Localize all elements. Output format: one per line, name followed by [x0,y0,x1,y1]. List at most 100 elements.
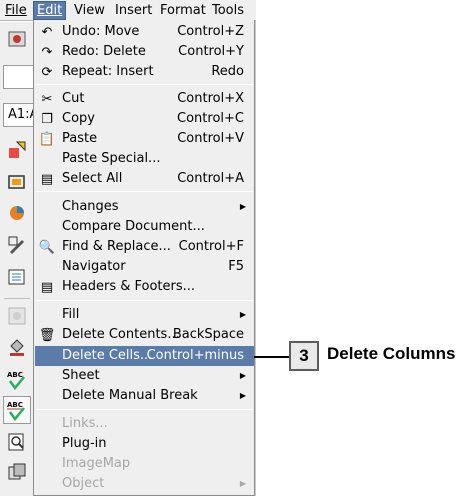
menu-item-fill[interactable]: Fill ▶ [35,305,254,325]
menu-edit[interactable]: Edit [33,1,67,20]
select-all-icon: ▤ [40,171,54,187]
navigator-accel: F5 [228,259,244,274]
open-document-icon[interactable] [6,28,28,50]
imagemap-label: ImageMap [62,456,131,471]
select-all-accel: Control+A [177,171,244,186]
delete-cells-accel: Control+minus [146,348,244,363]
menu-view[interactable]: View [71,1,108,20]
menu-item-changes[interactable]: Changes ▶ [35,197,254,217]
paste-accel: Control+V [177,131,244,146]
menu-item-sheet[interactable]: Sheet ▶ [35,366,254,386]
autospellcheck-icon[interactable]: ABC [3,396,31,424]
menu-item-navigator[interactable]: Navigator F5 [35,257,254,277]
menu-item-repeat[interactable]: ⟳ Repeat: Insert Redo [35,62,254,82]
menu-format[interactable]: Format [157,1,209,20]
draw-functions-icon[interactable] [6,234,28,256]
links-label: Links... [62,416,108,431]
menu-item-paste-special[interactable]: Paste Special... [35,149,254,169]
menu-insert[interactable]: Insert [112,1,155,20]
redo-label: Redo: Delete [62,44,146,59]
form-controls-icon[interactable] [6,266,28,288]
menu-tools[interactable]: Tools [209,1,247,20]
menu-item-compare-document[interactable]: Compare Document... [35,217,254,237]
callout-line [254,356,290,358]
gallery-icon[interactable] [6,461,28,483]
name-box[interactable]: A1:A [3,103,34,127]
delete-manual-break-label: Delete Manual Break [62,388,198,403]
menu-item-copy[interactable]: ❐ Copy Control+C [35,109,254,129]
callout-number: 3 [289,341,319,371]
object-label: Object [62,476,105,491]
menu-item-delete-manual-break[interactable]: Delete Manual Break ▶ [35,386,254,406]
changes-label: Changes [62,199,119,214]
menu-item-cut[interactable]: ✂ Cut Control+X [35,89,254,109]
menu-item-select-all[interactable]: ▤ Select All Control+A [35,169,254,189]
paste-special-label: Paste Special... [62,151,161,166]
scissors-icon: ✂ [41,91,53,107]
paste-label: Paste [62,131,98,146]
select-all-label: Select All [62,171,123,186]
toolbar-separator [4,298,30,299]
spellcheck-icon[interactable]: ABC [6,369,28,391]
delete-contents-accel: BackSpace [172,327,244,342]
repeat-label: Repeat: Insert [62,64,154,79]
draw-shapes-icon[interactable] [6,139,28,161]
menu-item-headers-footers[interactable]: ▤ Headers & Footers... [35,277,254,297]
menu-separator [36,300,253,301]
menu-bar: File Edit View Insert Format Tools [0,0,256,21]
menu-separator [36,409,253,410]
navigator-label: Navigator [62,259,126,274]
menu-file[interactable]: File [2,1,30,20]
delete-cells-label: Delete Cells... [62,348,153,363]
edit-menu: ↶ Undo: Move Control+Z ↷ Redo: Delete Co… [33,20,255,496]
trash-icon: 🗑 [38,327,56,343]
headers-footers-icon: ▤ [40,279,54,295]
menu-separator [36,84,253,85]
sheet-label: Sheet [62,368,100,383]
redo-accel: Control+Y [178,44,244,59]
menu-item-paste[interactable]: 📋 Paste Control+V [35,129,254,149]
menu-item-object[interactable]: Object ▶ [35,474,254,494]
menu-file-label: File [5,3,27,18]
copy-label: Copy [62,111,95,126]
menu-item-imagemap[interactable]: ImageMap [35,454,254,474]
plugin-label: Plug-in [62,436,107,451]
find-replace-icon: 🔍 [38,239,56,255]
redo-icon: ↷ [41,44,53,60]
fill-bucket-icon[interactable] [6,337,28,359]
menu-item-redo[interactable]: ↷ Redo: Delete Control+Y [35,42,254,62]
menu-tools-label: Tools [212,3,245,18]
menu-edit-label: Edit [37,3,63,18]
find-icon[interactable] [6,431,28,453]
menu-item-undo[interactable]: ↶ Undo: Move Control+Z [35,22,254,42]
repeat-accel: Redo [211,64,244,79]
menu-item-plugin[interactable]: Plug-in [35,434,254,454]
find-replace-label: Find & Replace... [62,239,171,254]
menu-item-delete-contents[interactable]: 🗑 Delete Contents... BackSpace [35,325,254,345]
copy-accel: Control+C [177,111,244,126]
navigator-disabled-icon[interactable] [6,305,28,327]
paste-icon: 📋 [38,131,56,147]
menu-view-label: View [74,3,105,18]
submenu-arrow-icon: ▶ [239,202,246,211]
menu-item-delete-cells[interactable]: Delete Cells... Control+minus [35,346,254,366]
svg-text:ABC: ABC [7,371,23,379]
undo-label: Undo: Move [62,24,140,39]
cut-label: Cut [62,91,85,106]
chart-pie-icon[interactable] [6,202,28,224]
frame-icon[interactable] [6,171,28,193]
svg-text:ABC: ABC [7,401,23,409]
menu-insert-label: Insert [115,3,153,18]
find-replace-accel: Control+F [178,239,244,254]
delete-contents-label: Delete Contents... [62,327,180,342]
headers-footers-label: Headers & Footers... [62,279,196,294]
compare-document-label: Compare Document... [62,219,205,234]
fill-label: Fill [62,307,80,322]
undo-icon: ↶ [41,24,53,40]
cut-accel: Control+X [177,91,244,106]
repeat-icon: ⟳ [41,64,53,80]
menu-item-links[interactable]: Links... [35,414,254,434]
menu-item-find-replace[interactable]: 🔍 Find & Replace... Control+F [35,237,254,257]
submenu-arrow-icon: ▶ [239,391,246,400]
font-name-box[interactable] [3,65,34,89]
